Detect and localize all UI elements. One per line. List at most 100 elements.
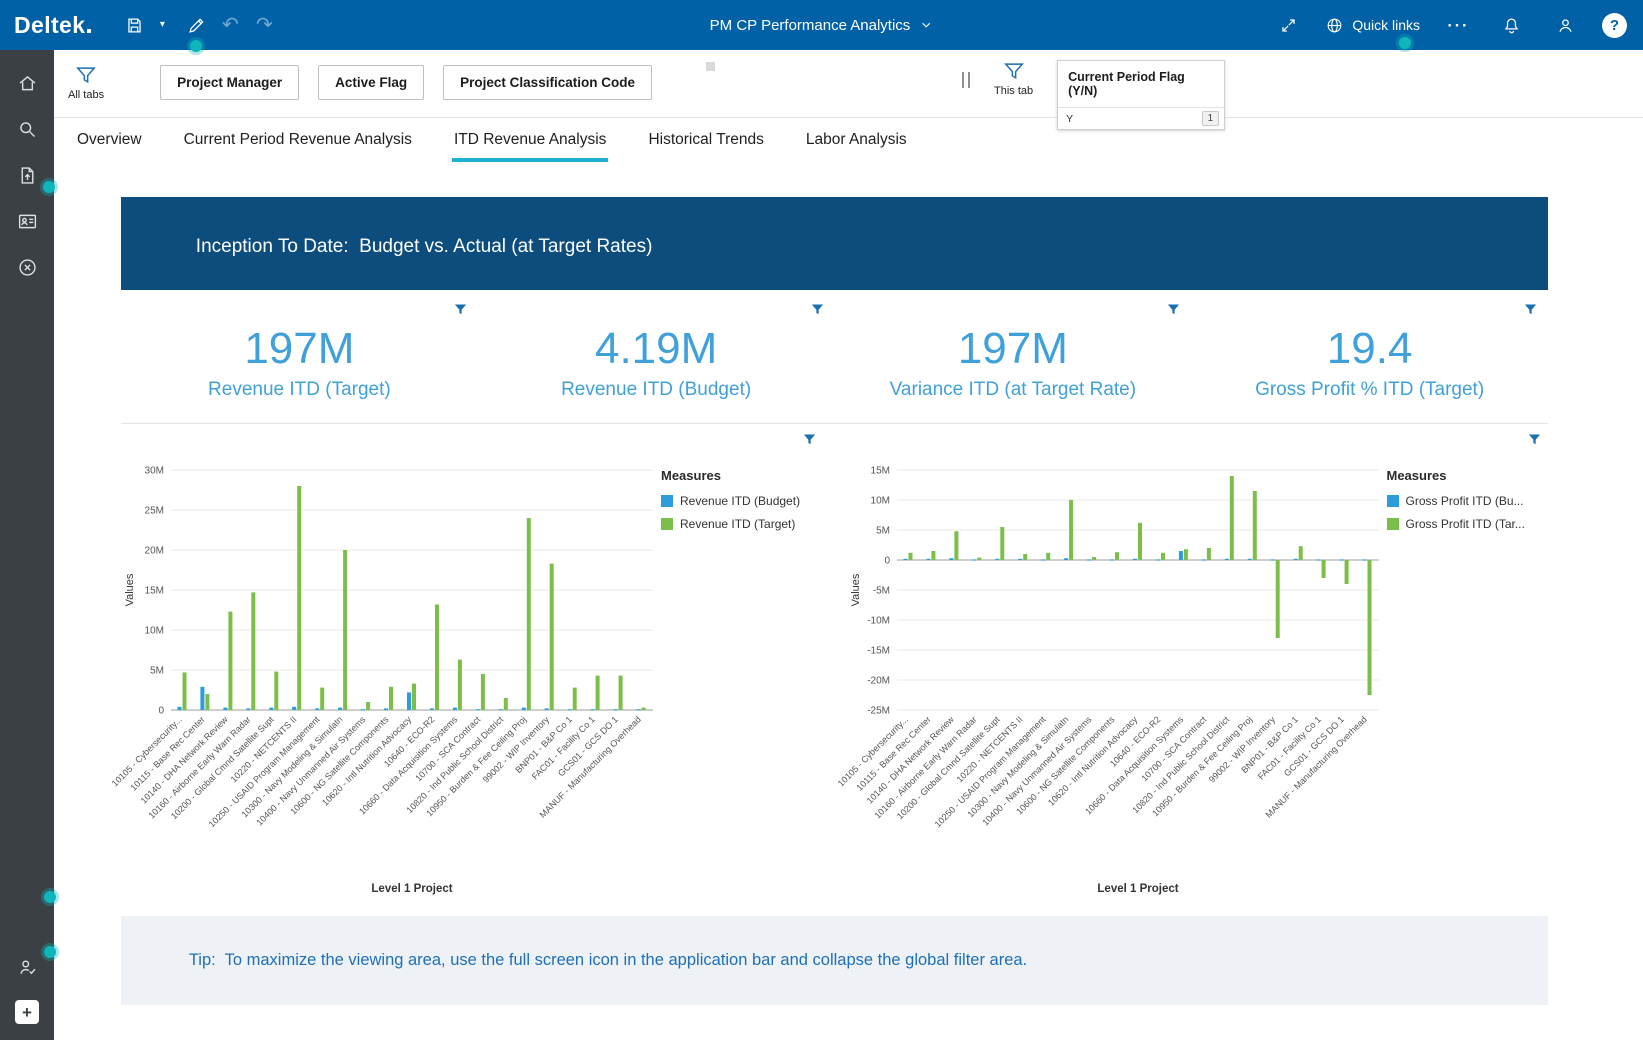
all-tabs-filter-button[interactable]: All tabs (68, 64, 104, 101)
global-filter-bar: All tabs Project Manager Active Flag Pro… (54, 50, 1643, 130)
tab-historical-trends[interactable]: Historical Trends (646, 118, 765, 162)
help-button[interactable]: ? (1602, 12, 1627, 38)
gross-profit-bar-chart[interactable]: -25M-20M-15M-10M-5M05M10M15M10105 - Cybe… (835, 456, 1387, 906)
quick-links-button[interactable]: Quick links (1325, 16, 1420, 35)
deltek-logo: Deltek (14, 12, 92, 39)
legend-item-gross-profit-target[interactable]: Gross Profit ITD (Tar... (1386, 517, 1537, 531)
more-menu-button[interactable]: ⋯ (1440, 8, 1474, 42)
coach-mark[interactable] (44, 946, 56, 958)
svg-text:0: 0 (884, 556, 890, 567)
filter-chip-project-classification-code[interactable]: Project Classification Code (443, 65, 652, 100)
sidebar-export-button[interactable] (7, 156, 47, 194)
account-button[interactable] (1548, 8, 1582, 42)
kpi-value: 19.4 (1326, 324, 1413, 373)
kpi-label: Revenue ITD (Target) (208, 379, 391, 401)
kpi-label: Revenue ITD (Budget) (561, 379, 752, 401)
undo-button[interactable]: ↶ (213, 8, 247, 42)
sidebar-profile-check-button[interactable] (7, 948, 47, 986)
legend-swatch (1386, 518, 1399, 531)
legend-item-revenue-target[interactable]: Revenue ITD (Target) (661, 517, 811, 531)
all-tabs-label: All tabs (68, 89, 105, 101)
sidebar-contacts-button[interactable] (7, 202, 47, 240)
this-tab-label: This tab (994, 85, 1034, 97)
section-banner: Inception To Date: Budget vs. Actual (at… (121, 197, 1548, 290)
globe-icon (1327, 18, 1342, 32)
revenue-bar-chart[interactable]: 05M10M15M20M25M30M10105 - Cybersecurity.… (110, 456, 661, 906)
expand-icon (1282, 18, 1295, 32)
filter-chip-project-manager[interactable]: Project Manager (160, 65, 300, 100)
svg-text:5M: 5M (150, 666, 164, 677)
svg-text:-20M: -20M (867, 676, 890, 687)
svg-text:Values: Values (850, 573, 862, 606)
export-icon (21, 166, 33, 184)
filter-chips: Project Manager Active Flag Project Clas… (160, 65, 652, 100)
tip-text: Tip: To maximize the viewing area, use t… (188, 951, 1028, 970)
coach-mark[interactable] (43, 181, 55, 193)
svg-text:0: 0 (158, 706, 164, 717)
kpi-filter-button[interactable] (1523, 302, 1538, 320)
sidebar-bottom-group: + (7, 948, 47, 1024)
coach-mark[interactable] (1399, 37, 1411, 49)
person-icon (1558, 18, 1572, 32)
this-tab-filter-button[interactable]: This tab (994, 60, 1033, 97)
coach-mark[interactable] (44, 891, 56, 903)
filter-funnel-icon (811, 304, 823, 315)
svg-text:10M: 10M (145, 626, 164, 637)
save-menu-caret[interactable]: ▾ (145, 8, 179, 42)
pencil-icon (189, 17, 204, 33)
svg-text:25M: 25M (145, 506, 164, 517)
this-tab-filter-section: This tab Current Period Flag (Y/N) Y 1 (962, 60, 1226, 130)
filter-card-value-row[interactable]: Y 1 (1058, 108, 1224, 129)
legend-label: Revenue ITD (Budget) (680, 494, 801, 509)
kpi-filter-button[interactable] (1166, 302, 1181, 320)
filter-funnel-icon (1168, 304, 1180, 315)
sidebar-explore-button[interactable] (7, 248, 47, 286)
topbar-actions: Quick links ⋯ ? (1271, 8, 1627, 42)
coach-mark[interactable] (190, 40, 202, 52)
sidebar-search-button[interactable] (7, 110, 47, 148)
user-check-icon (19, 960, 35, 974)
filter-funnel-icon (1524, 304, 1537, 315)
kpi-revenue-itd-target: 197M Revenue ITD (Target) (121, 302, 478, 401)
tab-current-period-revenue-analysis[interactable]: Current Period Revenue Analysis (182, 118, 414, 162)
quick-links-label: Quick links (1352, 17, 1420, 33)
content-area: All tabs Project Manager Active Flag Pro… (54, 50, 1643, 1040)
save-icon (128, 18, 141, 32)
fullscreen-button[interactable] (1271, 8, 1305, 42)
kpi-variance-itd: 197M Variance ITD (at Target Rate) (835, 302, 1192, 401)
contacts-icon (18, 214, 36, 228)
svg-text:5M: 5M (876, 526, 890, 537)
svg-text:-5M: -5M (872, 586, 889, 597)
svg-text:10140 - DHA Network Review: 10140 - DHA Network Review (139, 714, 231, 806)
filter-funnel-icon (1003, 63, 1024, 80)
notifications-button[interactable] (1494, 8, 1528, 42)
kpi-filter-button[interactable] (453, 302, 468, 320)
chart-filter-button[interactable] (802, 432, 817, 450)
filter-collapse-handle[interactable] (706, 62, 715, 71)
chart-filter-button[interactable] (1527, 432, 1542, 450)
filter-splitter-handle[interactable] (962, 72, 970, 88)
legend-item-revenue-budget[interactable]: Revenue ITD (Budget) (661, 494, 811, 508)
bell-icon (1504, 18, 1518, 33)
svg-text:10140 - DHA Network Review: 10140 - DHA Network Review (864, 714, 956, 806)
legend-swatch (661, 495, 673, 508)
filter-chip-active-flag[interactable]: Active Flag (318, 65, 425, 100)
kpi-revenue-itd-budget: 4.19M Revenue ITD (Budget) (478, 302, 835, 401)
redo-button[interactable]: ↷ (247, 8, 281, 42)
kpi-filter-button[interactable] (810, 302, 825, 320)
search-icon (19, 121, 35, 137)
revenue-chart-legend: Measures Revenue ITD (Budget) Revenue IT… (661, 456, 811, 540)
sidebar-add-button[interactable]: + (15, 1000, 39, 1024)
sidebar-home-button[interactable] (7, 64, 47, 102)
dashboard-title-dropdown[interactable]: PM CP Performance Analytics (710, 17, 934, 34)
svg-text:-10M: -10M (867, 616, 890, 627)
legend-item-gross-profit-budget[interactable]: Gross Profit ITD (Bu... (1386, 494, 1537, 508)
tab-itd-revenue-analysis[interactable]: ITD Revenue Analysis (452, 118, 609, 162)
tab-labor-analysis[interactable]: Labor Analysis (804, 118, 909, 162)
app-window: Deltek ▾ ↶ ↷ PM CP Performance Analytics… (0, 0, 1643, 1040)
svg-text:15M: 15M (145, 586, 164, 597)
legend-swatch (1386, 495, 1399, 508)
svg-text:30M: 30M (145, 466, 164, 477)
edit-button[interactable] (179, 8, 213, 42)
tab-overview[interactable]: Overview (75, 118, 144, 162)
